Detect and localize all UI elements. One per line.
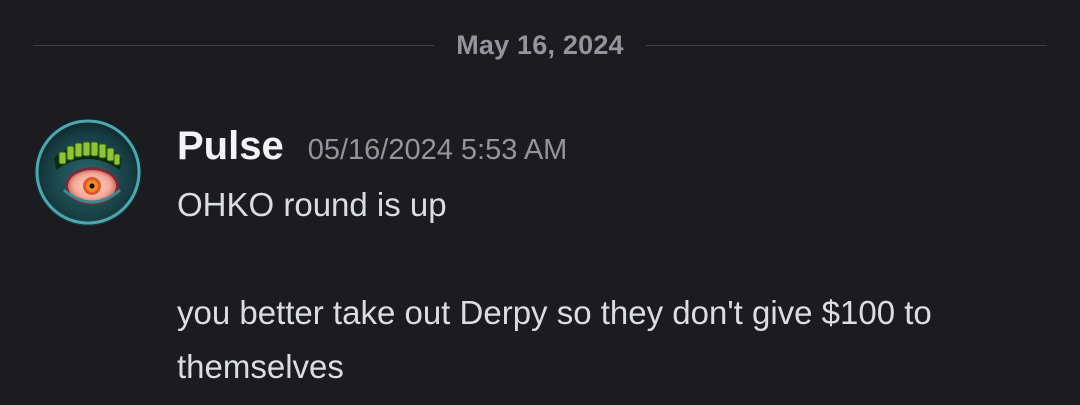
message-line: OHKO round is up xyxy=(177,186,447,223)
chat-message: Pulse 05/16/2024 5:53 AM OHKO round is u… xyxy=(0,110,1080,400)
divider-date: May 16, 2024 xyxy=(456,29,624,60)
message-line: you better take out Derpy so they don't … xyxy=(177,294,932,385)
divider-line-left xyxy=(33,44,435,46)
message-content: OHKO round is up you better take out Der… xyxy=(177,178,1057,394)
date-divider: May 16, 2024 xyxy=(33,22,1047,68)
username[interactable]: Pulse xyxy=(177,124,284,169)
avatar[interactable] xyxy=(34,118,142,226)
eye-monster-avatar-icon xyxy=(34,118,142,226)
timestamp: 05/16/2024 5:53 AM xyxy=(307,134,568,166)
message-header: Pulse 05/16/2024 5:53 AM xyxy=(177,124,567,174)
divider-line-right xyxy=(645,44,1047,46)
